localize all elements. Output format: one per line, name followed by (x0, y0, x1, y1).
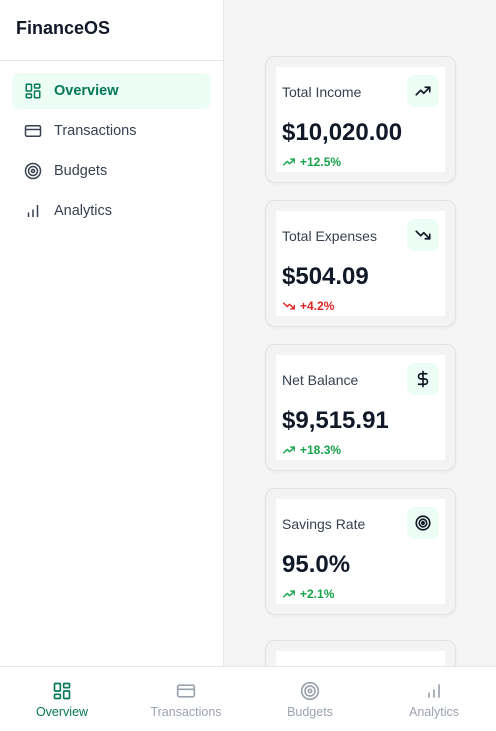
stat-card-value: $10,020.00 (282, 119, 403, 146)
trending-up-icon (283, 158, 295, 166)
grid-icon (24, 82, 42, 100)
stat-card-body (276, 651, 445, 666)
target-icon (407, 507, 439, 539)
sidebar-item-budgets[interactable]: Budgets (12, 153, 211, 189)
stat-card-body: Savings Rate 95.0% +2.1% (276, 499, 445, 604)
bottom-nav-label: Transactions (150, 705, 222, 719)
stat-card-body: Net Balance $9,515.91 +18.3% (276, 355, 445, 460)
stat-card-body: Total Income $10,020.00 +12.5% (276, 67, 445, 172)
sidebar-item-label: Analytics (54, 203, 113, 219)
app-title: FinanceOS (0, 0, 223, 61)
stat-card-value: $9,515.91 (282, 407, 389, 434)
bottom-nav-label: Analytics (408, 705, 460, 719)
stat-card-change: +2.1% (282, 587, 334, 601)
stat-card-title: Net Balance (282, 372, 359, 388)
sidebar-item-label: Transactions (54, 123, 137, 139)
stat-card-savings-rate: Savings Rate 95.0% +2.1% (265, 488, 456, 615)
bottom-nav: Overview Transactions Budgets Analytics (0, 666, 496, 731)
trending-down-icon (407, 219, 439, 251)
bottom-nav-overview[interactable]: Overview (0, 667, 124, 731)
stat-card-total-expenses: Total Expenses $504.09 +4.2% (265, 200, 456, 327)
stat-card-change-text: +18.3% (300, 443, 342, 457)
stat-card-title: Savings Rate (282, 516, 366, 532)
bar-chart-icon (428, 684, 440, 698)
bottom-nav-transactions[interactable]: Transactions (124, 667, 248, 731)
credit-card-icon (24, 122, 42, 140)
stat-card-change-text: +2.1% (300, 587, 335, 601)
trending-up-icon (283, 590, 295, 598)
stat-card-title: Total Expenses (282, 228, 377, 244)
stat-card-body: Total Expenses $504.09 +4.2% (276, 211, 445, 316)
main-content: Total Income $10,020.00 +12.5% Total Exp… (225, 0, 496, 666)
stat-card-value: 95.0% (282, 551, 351, 578)
stat-card-change: +18.3% (282, 443, 341, 457)
target-icon (24, 162, 42, 180)
sidebar-item-analytics[interactable]: Analytics (12, 193, 211, 229)
stat-card-net-balance: Net Balance $9,515.91 +18.3% (265, 344, 456, 471)
trending-down-icon (283, 302, 295, 310)
stat-card-value: $504.09 (282, 263, 369, 290)
stat-card-partial (265, 640, 456, 666)
sidebar-item-overview[interactable]: Overview (12, 73, 211, 109)
bottom-nav-label: Overview (35, 705, 89, 719)
dollar-icon (407, 363, 439, 395)
stat-card-change-text: +4.2% (300, 299, 335, 313)
sidebar-nav: Overview Transactions Budgets Analytics (0, 61, 223, 229)
stat-card-change: +4.2% (282, 299, 334, 313)
grid-icon (53, 682, 71, 700)
bottom-nav-analytics[interactable]: Analytics (372, 667, 496, 731)
trending-up-icon (407, 75, 439, 107)
credit-card-icon (176, 684, 196, 698)
sidebar-item-label: Budgets (54, 163, 108, 179)
sidebar-item-label: Overview (54, 83, 119, 99)
stat-card-title: Total Income (282, 84, 362, 100)
bar-chart-icon (24, 202, 42, 220)
target-icon (300, 681, 320, 701)
stat-card-total-income: Total Income $10,020.00 +12.5% (265, 56, 456, 183)
bottom-nav-budgets[interactable]: Budgets (248, 667, 372, 731)
bottom-nav-label: Budgets (287, 705, 333, 719)
sidebar: FinanceOS Overview Transactions Budgets … (0, 0, 224, 666)
stat-card-change: +12.5% (282, 155, 341, 169)
trending-up-icon (283, 446, 295, 454)
sidebar-item-transactions[interactable]: Transactions (12, 113, 211, 149)
stat-card-change-text: +12.5% (300, 155, 342, 169)
